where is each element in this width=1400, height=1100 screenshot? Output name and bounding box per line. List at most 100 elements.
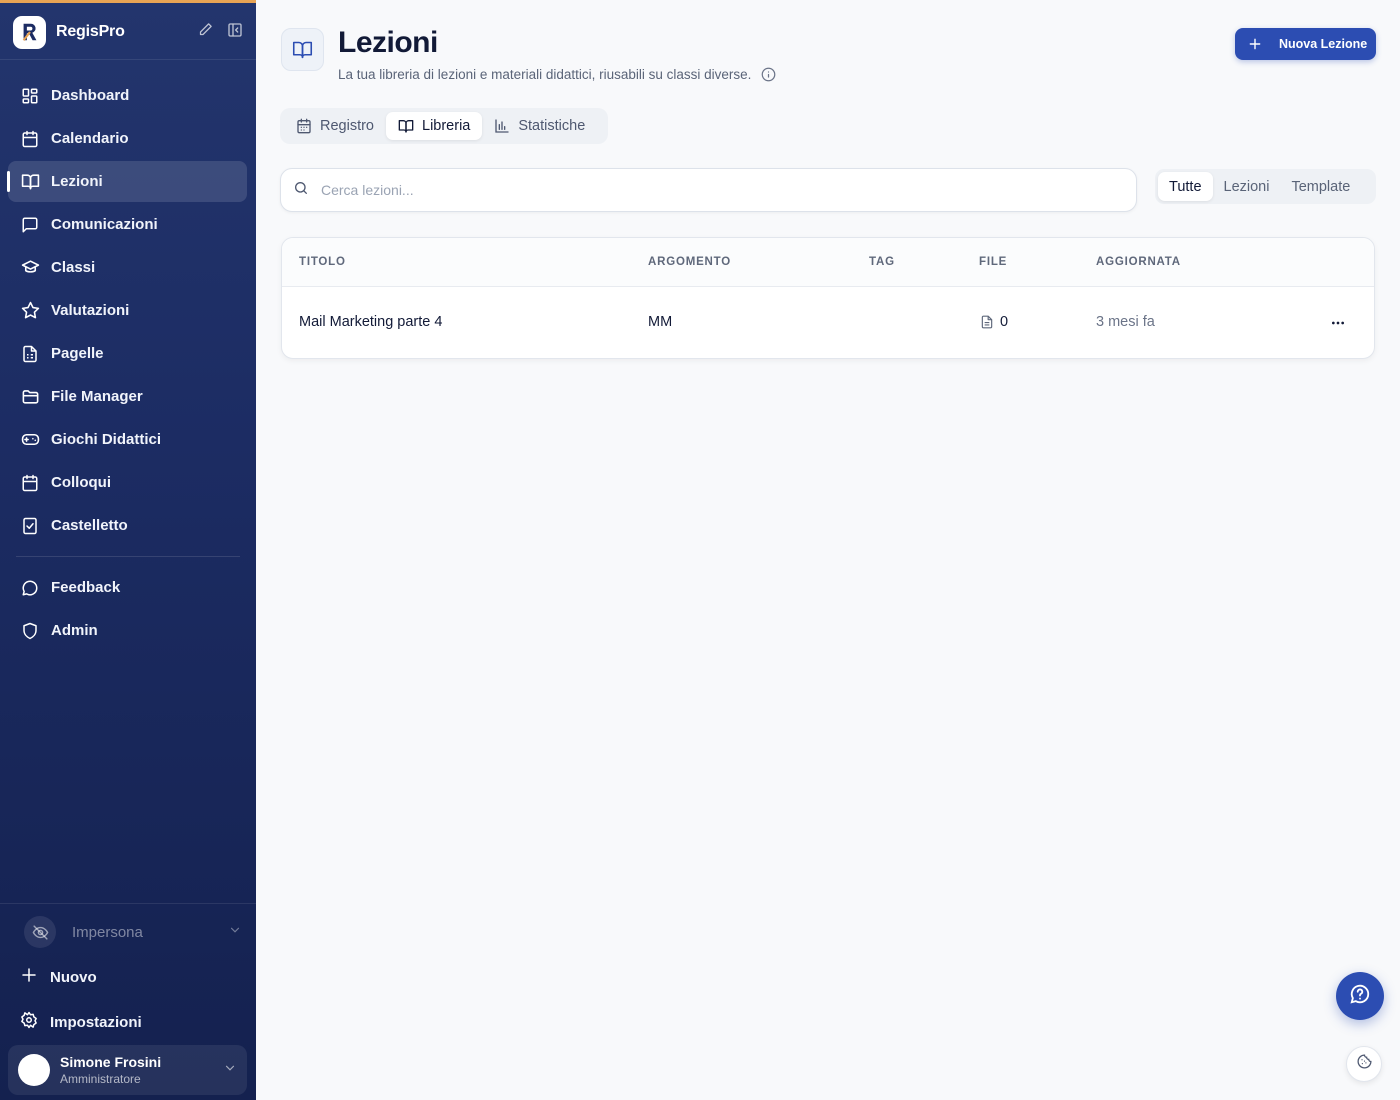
graduation-cap-icon xyxy=(20,258,40,278)
plus-icon xyxy=(1248,37,1262,51)
column-header-aggiornata[interactable]: AGGIORNATA xyxy=(1096,256,1181,268)
calendar-icon xyxy=(20,473,40,493)
new-label: Nuovo xyxy=(50,968,97,986)
chat-icon xyxy=(20,215,40,235)
page-subtitle: La tua libreria di lezioni e materiali d… xyxy=(338,67,776,82)
shield-icon xyxy=(20,621,40,641)
sidebar-item-castelletto[interactable]: Castelletto xyxy=(8,505,247,546)
message-circle-icon xyxy=(20,578,40,598)
filter-lezioni[interactable]: Lezioni xyxy=(1213,172,1281,201)
sidebar-item-colloqui[interactable]: Colloqui xyxy=(8,462,247,503)
settings-button[interactable]: Impostazioni xyxy=(20,1010,142,1034)
app-logo[interactable] xyxy=(13,15,46,49)
dashboard-icon xyxy=(20,86,40,106)
sidebar-item-comunicazioni[interactable]: Comunicazioni xyxy=(8,204,247,245)
sidebar-item-dashboard[interactable]: Dashboard xyxy=(8,75,247,116)
sidebar-item-giochi-didattici[interactable]: Giochi Didattici xyxy=(8,419,247,460)
user-menu[interactable]: Simone Frosini Amministratore xyxy=(8,1045,247,1095)
sidebar-item-label: Calendario xyxy=(51,130,129,147)
sidebar: RegisPro Dashboard Calendario Lezioni Co… xyxy=(0,0,256,1100)
new-lesson-button[interactable]: Nuova Lezione xyxy=(1235,28,1376,60)
user-role: Amministratore xyxy=(60,1072,141,1086)
sidebar-item-calendario[interactable]: Calendario xyxy=(8,118,247,159)
new-lesson-label: Nuova Lezione xyxy=(1279,37,1368,51)
sidebar-item-admin[interactable]: Admin xyxy=(8,610,247,651)
settings-label: Impostazioni xyxy=(50,1013,142,1031)
calendar-icon xyxy=(20,129,40,149)
cell-titolo[interactable]: Mail Marketing parte 4 xyxy=(299,314,442,330)
search-input[interactable] xyxy=(321,182,1101,198)
collapse-sidebar-icon[interactable] xyxy=(227,22,243,43)
info-icon[interactable] xyxy=(761,67,776,82)
cell-argomento: MM xyxy=(648,314,673,330)
search-icon xyxy=(293,180,309,201)
book-icon xyxy=(281,28,324,71)
book-icon xyxy=(398,118,414,134)
file-count: 0 xyxy=(1000,314,1009,330)
brand: RegisPro xyxy=(13,15,243,49)
sidebar-item-file-manager[interactable]: File Manager xyxy=(8,376,247,417)
sidebar-item-label: Colloqui xyxy=(51,474,111,491)
cookie-settings-button[interactable] xyxy=(1346,1046,1382,1082)
chevron-down-icon xyxy=(223,1061,237,1080)
sidebar-item-label: Valutazioni xyxy=(51,302,130,319)
sidebar-item-label: Feedback xyxy=(51,579,121,596)
filter-tabs: Tutte Lezioni Template xyxy=(1155,169,1376,204)
report-card-icon xyxy=(20,344,40,364)
column-header-tag[interactable]: TAG xyxy=(869,256,895,268)
sidebar-item-label: Classi xyxy=(51,259,96,276)
sidebar-item-classi[interactable]: Classi xyxy=(8,247,247,288)
filter-tutte[interactable]: Tutte xyxy=(1158,172,1213,201)
impersona-select[interactable]: Impersona xyxy=(24,915,242,949)
bar-chart-icon xyxy=(494,118,510,134)
sidebar-item-valutazioni[interactable]: Valutazioni xyxy=(8,290,247,331)
tab-label: Registro xyxy=(320,118,374,134)
plus-icon xyxy=(20,966,38,989)
gear-icon xyxy=(20,1011,38,1034)
sidebar-item-lezioni[interactable]: Lezioni xyxy=(7,161,247,202)
cookie-icon xyxy=(1356,1053,1373,1075)
user-name: Simone Frosini xyxy=(60,1054,162,1070)
cell-file: 0 xyxy=(980,314,1008,330)
edit-icon[interactable] xyxy=(198,22,213,42)
gamepad-icon xyxy=(20,430,40,450)
subtitle-text: La tua libreria di lezioni e materiali d… xyxy=(338,67,752,82)
tab-libreria[interactable]: Libreria xyxy=(386,112,483,140)
sidebar-item-feedback[interactable]: Feedback xyxy=(8,567,247,608)
star-icon xyxy=(20,301,40,321)
chevron-down-icon xyxy=(228,923,242,942)
page-title: Lezioni xyxy=(338,26,438,59)
impersona-label: Impersona xyxy=(72,923,143,941)
file-icon xyxy=(980,315,994,329)
tab-registro[interactable]: Registro xyxy=(284,112,386,140)
column-header-file[interactable]: FILE xyxy=(979,256,1007,268)
filter-template[interactable]: Template xyxy=(1280,172,1361,201)
table-header: TITOLO ARGOMENTO TAG FILE AGGIORNATA xyxy=(282,238,1374,287)
sidebar-item-pagelle[interactable]: Pagelle xyxy=(8,333,247,374)
sidebar-item-label: File Manager xyxy=(51,388,143,405)
app-name: RegisPro xyxy=(56,23,125,40)
new-button[interactable]: Nuovo xyxy=(20,965,97,989)
sidebar-item-label: Pagelle xyxy=(51,345,104,362)
help-circle-icon xyxy=(1349,983,1371,1010)
view-tabs: Registro Libreria Statistiche xyxy=(280,108,608,144)
sidebar-item-label: Admin xyxy=(51,622,98,639)
lessons-table: TITOLO ARGOMENTO TAG FILE AGGIORNATA Mai… xyxy=(281,237,1375,359)
sidebar-divider xyxy=(16,556,240,557)
sidebar-item-label: Dashboard xyxy=(51,87,130,104)
sidebar-item-label: Castelletto xyxy=(51,517,128,534)
cell-aggiornata: 3 mesi fa xyxy=(1096,314,1155,330)
more-horizontal-icon[interactable] xyxy=(1328,313,1348,333)
tab-label: Libreria xyxy=(422,118,471,134)
table-row[interactable]: Mail Marketing parte 4 MM 0 3 mesi fa xyxy=(282,287,1374,358)
sidebar-item-label: Lezioni xyxy=(51,173,103,190)
calendar-icon xyxy=(296,118,312,134)
tab-statistiche[interactable]: Statistiche xyxy=(482,112,597,140)
column-header-argomento[interactable]: ARGOMENTO xyxy=(648,256,731,268)
search-bar xyxy=(280,168,1137,212)
folder-icon xyxy=(20,387,40,407)
help-button[interactable] xyxy=(1336,972,1384,1020)
avatar xyxy=(18,1054,50,1086)
column-header-titolo[interactable]: TITOLO xyxy=(299,256,346,268)
tab-label: Statistiche xyxy=(518,118,586,134)
